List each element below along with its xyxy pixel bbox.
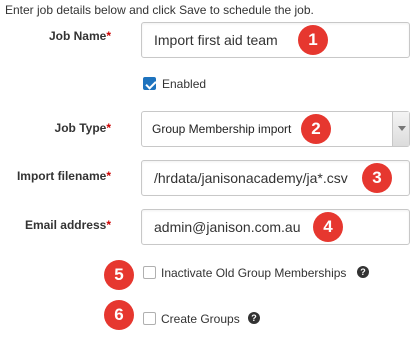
create-groups-label: Create Groups <box>161 312 240 326</box>
job-type-label: Job Type* <box>45 121 111 135</box>
required-marker: * <box>106 169 111 183</box>
required-marker: * <box>106 29 111 43</box>
chevron-down-icon[interactable] <box>392 112 409 146</box>
required-marker: * <box>106 121 111 135</box>
email-address-label-text: Email address <box>24 218 107 232</box>
inactivate-old-label: Inactivate Old Group Memberships <box>161 266 347 280</box>
job-name-input[interactable]: Import first aid team <box>141 22 410 58</box>
email-address-label: Email address* <box>11 218 111 232</box>
job-name-label-text: Job Name <box>48 29 107 43</box>
step-badge-1: 1 <box>298 25 328 55</box>
import-filename-label: Import filename* <box>11 169 111 183</box>
help-icon[interactable]: ? <box>357 266 369 278</box>
job-type-label-text: Job Type <box>54 121 107 135</box>
enabled-label: Enabled <box>162 77 207 91</box>
job-type-select[interactable]: Group Membership import <box>141 111 410 147</box>
step-badge-2: 2 <box>301 114 331 144</box>
enabled-checkbox[interactable] <box>143 77 156 90</box>
step-badge-6: 6 <box>104 300 134 330</box>
required-marker: * <box>106 218 111 232</box>
step-badge-5: 5 <box>104 260 134 290</box>
help-icon[interactable]: ? <box>248 312 260 324</box>
import-filename-label-text: Import filename <box>16 169 107 183</box>
job-name-label: Job Name* <box>45 29 111 43</box>
job-type-selected-value: Group Membership import <box>152 122 292 136</box>
create-groups-checkbox[interactable] <box>143 312 156 325</box>
email-address-input[interactable]: admin@janison.com.au <box>141 209 410 245</box>
step-badge-4: 4 <box>313 212 343 242</box>
intro-text: Enter job details below and click Save t… <box>5 3 314 17</box>
step-badge-3: 3 <box>362 163 392 193</box>
inactivate-old-checkbox[interactable] <box>143 266 156 279</box>
